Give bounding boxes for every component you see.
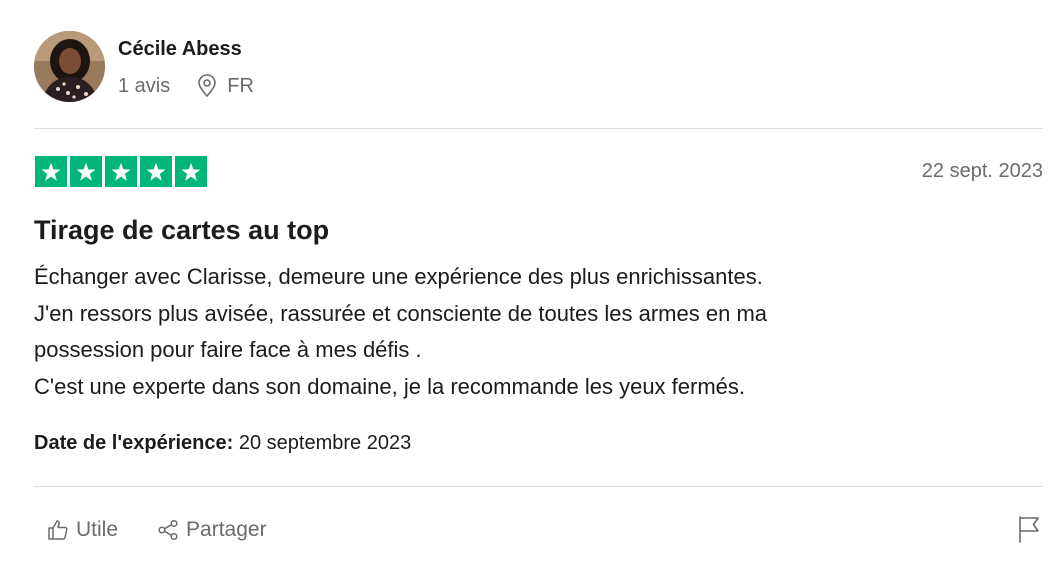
reviewer-country: FR [227,74,254,97]
avatar[interactable] [34,31,105,102]
flag-icon [1019,516,1039,543]
header-divider [34,128,1043,129]
useful-button[interactable]: Utile [46,518,118,542]
share-icon [156,518,180,542]
review-body-line: Échanger avec Clarisse, demeure une expé… [34,264,763,289]
reviewer-name[interactable]: Cécile Abess [118,38,242,61]
experience-date-label: Date de l'expérience: [34,432,234,454]
review-body-line: possession pour faire face à mes défis . [34,337,422,362]
thumbs-up-icon [46,518,70,542]
experience-date-row: Date de l'expérience: 20 septembre 2023 [34,432,411,455]
review-actions: Utile Partager [46,514,267,546]
star-icon [70,156,102,187]
review-body: Échanger avec Clarisse, demeure une expé… [34,259,994,405]
experience-date-value: 20 septembre 2023 [238,432,412,454]
review-date: 22 sept. 2023 [921,160,1043,182]
actions-divider [34,486,1043,487]
share-button[interactable]: Partager [156,518,267,542]
star-icon [35,156,67,187]
star-icon [105,156,137,187]
reviewer-header: Cécile Abess 1 avis FR [34,31,1043,105]
review-title[interactable]: Tirage de cartes au top [34,215,329,246]
star-rating [35,156,207,187]
star-icon [140,156,172,187]
reviews-count: 1 avis [118,74,171,97]
report-flag-button[interactable] [1016,514,1042,544]
star-icon [175,156,207,187]
review-body-line: C'est une experte dans son domaine, je l… [34,373,746,399]
review-body-line: J'en ressors plus avisée, rassurée et co… [34,300,768,326]
reviewer-meta: 1 avis FR [118,73,254,99]
useful-label: Utile [76,518,119,541]
location-pin-icon [196,74,218,98]
reviewer-photo [34,31,105,102]
share-label: Partager [186,518,267,541]
